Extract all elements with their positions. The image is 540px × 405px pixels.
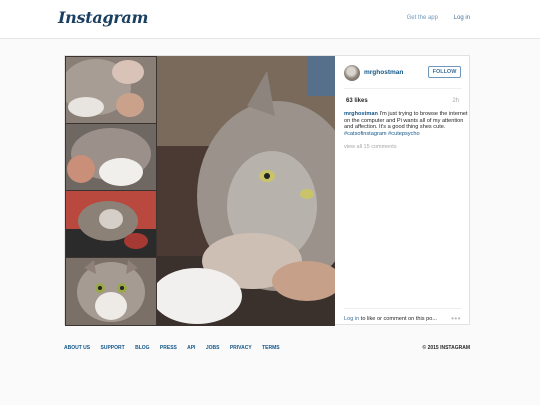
post-card: mrghostman FOLLOW 63 likes 2h mrghostman… (64, 55, 471, 326)
top-links: Get the app Log in (393, 15, 470, 21)
avatar[interactable] (344, 65, 360, 81)
copyright: © 2015 INSTAGRAM (422, 345, 471, 351)
footer-link-api[interactable]: API (187, 345, 195, 351)
photo-tile-2 (66, 124, 156, 190)
footer-links: ABOUT US SUPPORT BLOG PRESS API JOBS PRI… (64, 345, 470, 351)
instagram-logo[interactable]: Instagram (58, 8, 148, 27)
login-prompt-text: to like or comment on this po... (359, 316, 437, 322)
divider (344, 88, 462, 89)
footer-link-privacy[interactable]: PRIVACY (230, 345, 252, 351)
post-sidebar: mrghostman FOLLOW 63 likes 2h mrghostman… (335, 56, 471, 326)
footer: ABOUT US SUPPORT BLOG PRESS API JOBS PRI… (64, 345, 470, 351)
post-age: 2h (452, 98, 459, 104)
footer-link-blog[interactable]: BLOG (135, 345, 149, 351)
photo-tile-3 (66, 191, 156, 257)
likes-count[interactable]: 63 likes (346, 98, 368, 104)
more-options-icon[interactable]: ••• (451, 314, 461, 323)
follow-button[interactable]: FOLLOW (428, 66, 461, 78)
footer-link-press[interactable]: PRESS (160, 345, 177, 351)
post-photo[interactable] (65, 56, 335, 326)
caption-username[interactable]: mrghostman (344, 111, 378, 117)
hashtag-link[interactable]: #catsofinstagram (344, 131, 387, 137)
footer-link-about[interactable]: ABOUT US (64, 345, 90, 351)
top-bar: Instagram Get the app Log in (0, 0, 540, 39)
divider (344, 308, 462, 309)
footer-link-jobs[interactable]: JOBS (206, 345, 220, 351)
footer-link-support[interactable]: SUPPORT (101, 345, 125, 351)
photo-tile-4 (66, 258, 156, 325)
login-to-comment-link[interactable]: Log in (344, 316, 359, 322)
footer-link-terms[interactable]: TERMS (262, 345, 280, 351)
get-app-link[interactable]: Get the app (407, 15, 438, 21)
caption: mrghostman I'm just trying to browse the… (344, 111, 468, 137)
login-prompt: Log in to like or comment on this po... (344, 316, 437, 322)
photo-tile-1 (66, 57, 156, 123)
post-username[interactable]: mrghostman (364, 69, 403, 76)
photo-main (157, 56, 335, 326)
view-all-comments-link[interactable]: view all 15 comments (344, 144, 397, 150)
hashtag-link[interactable]: #cutepsycho (388, 131, 419, 137)
login-link[interactable]: Log in (454, 15, 470, 21)
